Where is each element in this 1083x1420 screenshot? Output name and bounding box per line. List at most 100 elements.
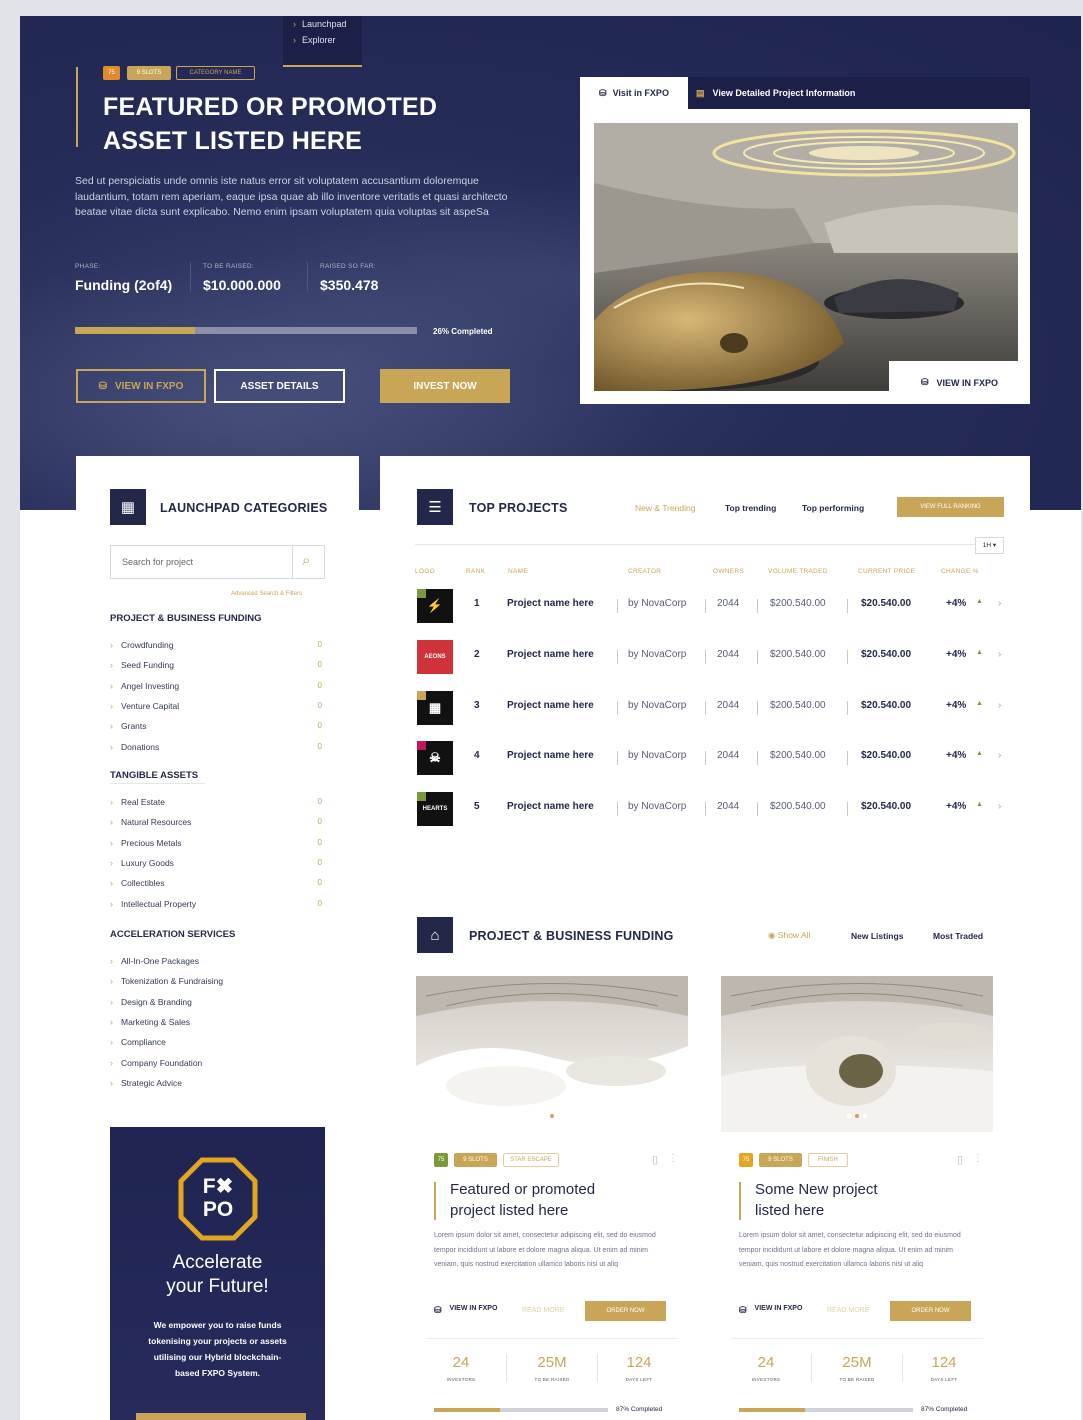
chevron-right-icon[interactable]: ›	[998, 598, 1001, 609]
more-icon[interactable]: ⋮	[973, 1153, 983, 1164]
tab-most-traded[interactable]: Most Traded	[933, 931, 983, 941]
cell-divider	[705, 649, 706, 664]
project-image[interactable]	[721, 976, 993, 1132]
category-badge[interactable]: STAR ESCAPE	[503, 1153, 559, 1167]
cell-name[interactable]: Project name here	[507, 649, 594, 660]
asset-details-button[interactable]: ASSET DETAILS	[214, 369, 345, 403]
project-logo[interactable]: HEARTS	[417, 792, 453, 827]
table-row[interactable]: ⚡ 1 Project name here by NovaCorp 2044 $200.5…	[415, 586, 1007, 626]
table-row[interactable]: AEONS 2 Project name here by NovaCorp 2044 $2…	[415, 637, 1007, 677]
category-item-label: Natural Resources	[121, 817, 192, 828]
cell-creator[interactable]: by NovaCorp	[628, 649, 686, 660]
promo-title: Accelerate your Future!	[166, 1252, 269, 1297]
advanced-search-link[interactable]: Advanced Search & Filters	[231, 591, 302, 597]
cell-name[interactable]: Project name here	[507, 598, 594, 609]
table-row[interactable]: ▦ 3 Project name here by NovaCorp 2044 $200.5…	[415, 688, 1007, 728]
view-in-fxpo-link[interactable]: ⛁ VIEW IN FXPO	[434, 1305, 497, 1316]
category-item[interactable]: › Natural Resources 0	[110, 816, 322, 828]
card-stat-label: INVESTORS	[446, 1377, 476, 1382]
chevron-right-icon[interactable]: ›	[998, 700, 1001, 711]
project-card[interactable]: 75 9 SLOTS STAR ESCAPE ▯ ⋮ Featured or promot…	[416, 976, 688, 1420]
trend-up-icon: ▲	[976, 801, 983, 809]
category-item[interactable]: › Luxury Goods 0	[110, 857, 322, 869]
chevron-right-icon[interactable]: ›	[998, 649, 1001, 660]
tab-new-trending[interactable]: New & Trending	[635, 503, 695, 513]
category-item[interactable]: › Angel Investing 0	[110, 680, 322, 692]
category-item[interactable]: › Marketing & Sales	[110, 1016, 322, 1028]
cell-creator[interactable]: by NovaCorp	[628, 598, 686, 609]
cell-name[interactable]: Project name here	[507, 700, 594, 711]
stat-divider	[597, 1354, 598, 1382]
view-full-ranking-button[interactable]: VIEW FULL RANKING	[897, 497, 1004, 517]
bookmark-icon[interactable]: ▯	[652, 1153, 658, 1166]
search-input[interactable]: Search for project ⌕	[110, 545, 325, 579]
nav-item-explorer[interactable]: › Explorer	[283, 29, 362, 45]
cell-owners: 2044	[717, 699, 740, 711]
order-now-button[interactable]: ORDER NOW	[890, 1301, 971, 1321]
project-card-title[interactable]: Some New project listed here	[755, 1179, 975, 1221]
project-card-title[interactable]: Featured or promoted project listed here	[450, 1179, 670, 1221]
category-item[interactable]: › Strategic Advice	[110, 1077, 322, 1089]
order-now-button[interactable]: ORDER NOW	[585, 1301, 666, 1321]
category-item[interactable]: › Collectibles 0	[110, 877, 322, 889]
tab-detailed-info[interactable]: ▤ View Detailed Project Information	[696, 77, 855, 109]
media-view-fxpo-button[interactable]: ⛁ VIEW IN FXPO	[889, 361, 1030, 404]
invest-now-button[interactable]: INVEST NOW	[380, 369, 510, 403]
category-count: 0	[317, 857, 322, 867]
chevron-right-icon[interactable]: ›	[998, 750, 1001, 761]
title-accent	[739, 1182, 741, 1220]
category-item[interactable]: › Precious Metals 0	[110, 837, 322, 849]
card-stat-value: 124	[626, 1354, 652, 1371]
category-item[interactable]: › Grants 0	[110, 720, 322, 732]
category-item[interactable]: › All-In-One Packages	[110, 955, 322, 967]
project-image[interactable]	[416, 976, 688, 1132]
category-item[interactable]: › Compliance	[110, 1036, 322, 1048]
category-badge[interactable]: FINISH	[808, 1153, 848, 1167]
cell-name[interactable]: Project name here	[507, 750, 594, 761]
project-logo[interactable]: AEONS	[417, 639, 453, 674]
project-tag	[417, 741, 426, 751]
chevron-right-icon: ›	[110, 640, 113, 650]
tab-show-all[interactable]: ◉ Show All	[768, 930, 810, 941]
table-row[interactable]: HEARTS 5 Project name here by NovaCorp 2044 $…	[415, 789, 1007, 829]
category-badge[interactable]: CATEGORY NAME	[176, 66, 255, 80]
read-more-link[interactable]: READ MORE	[827, 1307, 869, 1314]
nav-item-launchpad[interactable]: › Launchpad	[283, 16, 362, 29]
vr-icon: ⛁	[739, 1305, 747, 1315]
project-logo[interactable]: ⚡	[417, 589, 453, 623]
tab-top-trending[interactable]: Top trending	[725, 503, 776, 513]
category-item[interactable]: › Company Foundation	[110, 1057, 322, 1069]
category-item[interactable]: › Donations 0	[110, 741, 322, 753]
project-logo[interactable]: ☠	[417, 741, 453, 776]
cell-creator[interactable]: by NovaCorp	[628, 750, 686, 761]
cell-creator[interactable]: by NovaCorp	[628, 801, 686, 812]
tab-new-listings[interactable]: New Listings	[851, 931, 903, 941]
category-item[interactable]: › Seed Funding 0	[110, 659, 322, 671]
project-logo[interactable]: ▦	[417, 690, 453, 725]
more-icon[interactable]: ⋮	[668, 1153, 678, 1164]
search-icon[interactable]: ⌕	[302, 552, 310, 569]
category-item[interactable]: › Venture Capital 0	[110, 700, 322, 712]
category-item[interactable]: › Crowdfunding 0	[110, 639, 322, 651]
showroom-image[interactable]	[594, 123, 1018, 391]
table-row[interactable]: ☠ 4 Project name here by NovaCorp 2044 $200.5…	[415, 738, 1007, 778]
category-item[interactable]: › Tokenization & Fundraising	[110, 975, 322, 987]
card-progress-label: 87% Completed	[616, 1406, 663, 1413]
category-item[interactable]: › Design & Branding	[110, 996, 322, 1008]
tab-top-performing[interactable]: Top performing	[802, 503, 864, 513]
category-item[interactable]: › Intellectual Property 0	[110, 898, 322, 910]
cell-volume: $200.540.00	[770, 648, 826, 660]
chevron-right-icon[interactable]: ›	[998, 801, 1001, 812]
project-card[interactable]: 75 9 SLOTS FINISH ▯ ⋮ Some New project listed …	[721, 976, 993, 1420]
cell-name[interactable]: Project name here	[507, 801, 594, 812]
view-in-fxpo-link[interactable]: ⛁ VIEW IN FXPO	[739, 1305, 802, 1316]
time-range-select[interactable]: 1H ▾	[975, 537, 1004, 554]
cell-creator[interactable]: by NovaCorp	[628, 700, 686, 711]
tab-visit-fxpo[interactable]: ⛁ Visit in FXPO	[580, 77, 688, 109]
slots-badge: 9 SLOTS	[759, 1153, 802, 1167]
promo-button[interactable]	[136, 1413, 306, 1420]
view-in-fxpo-button[interactable]: ⛁ VIEW IN FXPO	[76, 369, 206, 403]
read-more-link[interactable]: READ MORE	[522, 1307, 564, 1314]
category-item[interactable]: › Real Estate 0	[110, 796, 322, 808]
bookmark-icon[interactable]: ▯	[957, 1153, 963, 1166]
